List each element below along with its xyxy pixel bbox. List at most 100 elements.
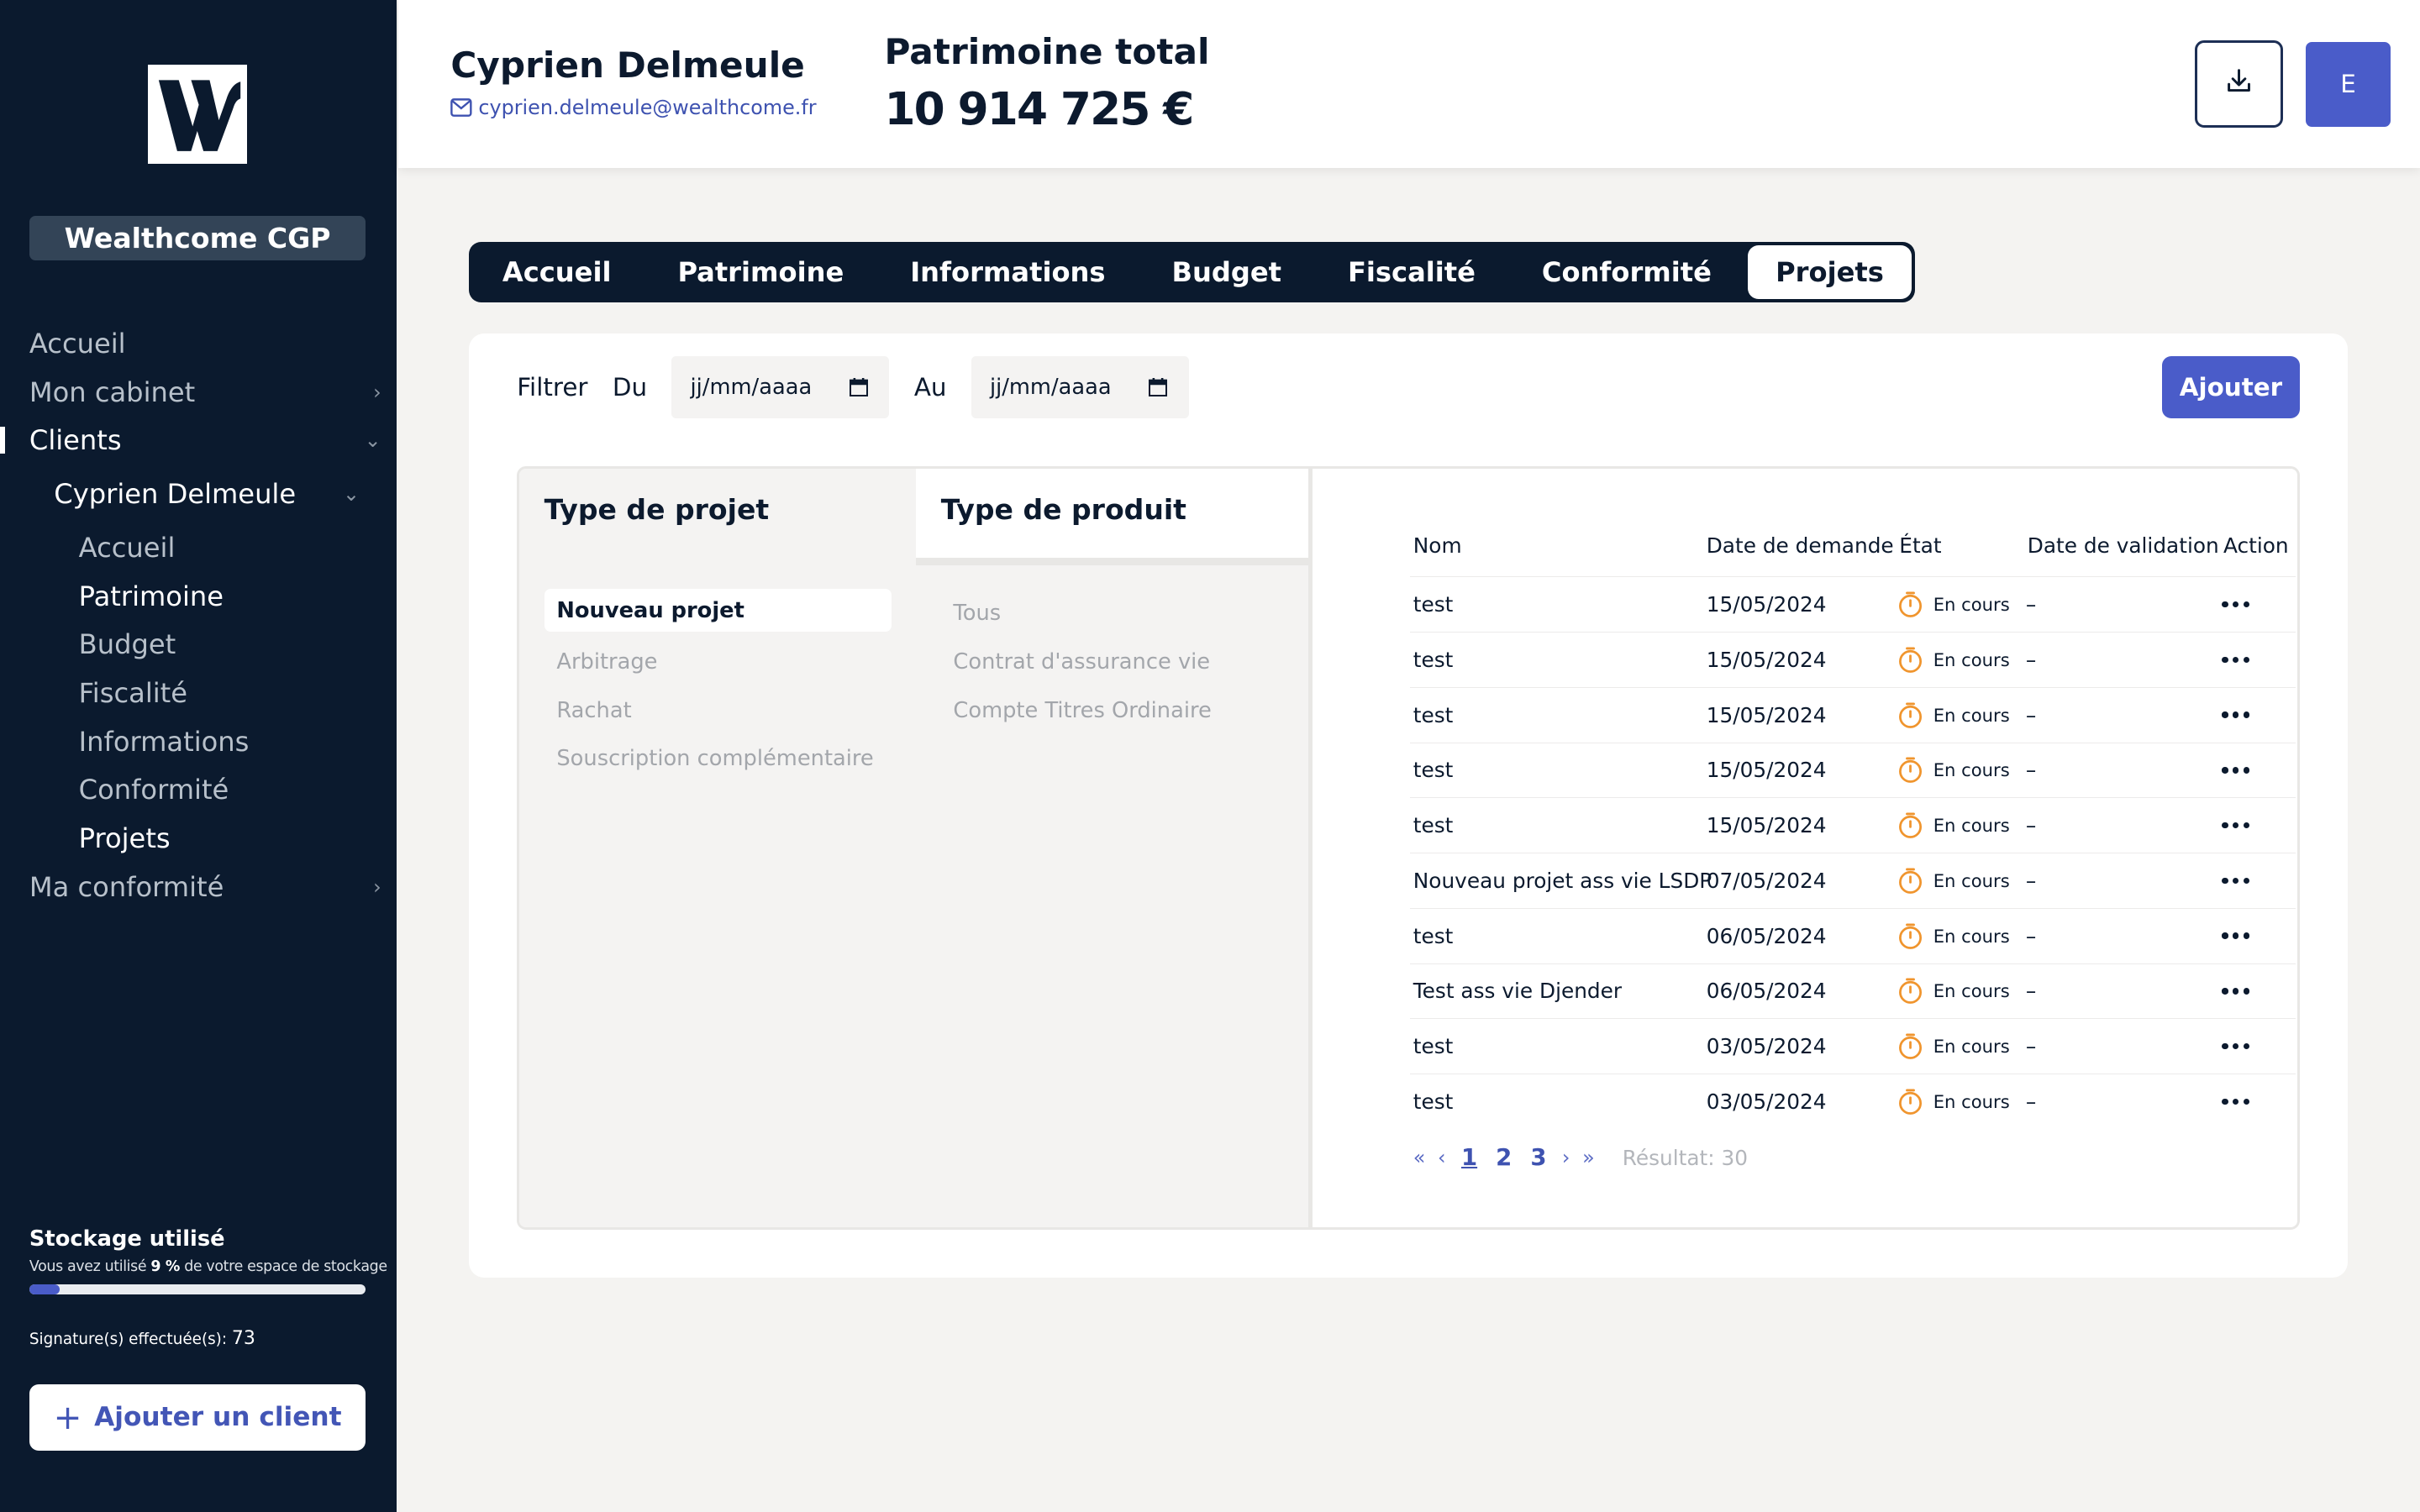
tab-patrimoine[interactable]: Patrimoine bbox=[644, 245, 877, 299]
table-row[interactable]: test 06/05/2024 En cours – bbox=[1410, 907, 2296, 963]
to-date-value: jj/mm/aaaa bbox=[989, 375, 1112, 401]
sidebar-item-mon-cabinet[interactable]: Mon cabinet › bbox=[0, 368, 397, 417]
sidebar-subitem-conformite[interactable]: Conformité bbox=[0, 765, 397, 814]
product-type-option[interactable]: Tous bbox=[916, 589, 1308, 638]
projects-card: Filtrer Du jj/mm/aaaa Au jj/mm/aaaa Ajou… bbox=[469, 333, 2348, 1278]
table-row[interactable]: test 15/05/2024 En cours – bbox=[1410, 686, 2296, 743]
more-actions-icon[interactable] bbox=[2218, 988, 2296, 995]
more-actions-icon[interactable] bbox=[2218, 767, 2296, 774]
more-actions-icon[interactable] bbox=[2218, 822, 2296, 829]
table-row[interactable]: test 03/05/2024 En cours – bbox=[1410, 1018, 2296, 1074]
cell-nom: test bbox=[1413, 1034, 1454, 1059]
tab-fiscalite[interactable]: Fiscalité bbox=[1314, 245, 1508, 299]
cell-date: 15/05/2024 bbox=[1706, 647, 1827, 672]
more-actions-icon[interactable] bbox=[2218, 656, 2296, 664]
sidebar-subitem-fiscalite[interactable]: Fiscalité bbox=[0, 669, 397, 717]
more-actions-icon[interactable] bbox=[2218, 877, 2296, 885]
table-row[interactable]: test 03/05/2024 En cours – bbox=[1410, 1074, 2296, 1129]
sidebar-subitem-budget[interactable]: Budget bbox=[0, 620, 397, 669]
status-text: En cours bbox=[1933, 815, 2010, 837]
status-badge: En cours bbox=[1897, 867, 2026, 895]
status-badge: En cours bbox=[1897, 701, 2026, 729]
sidebar-subitem-patrimoine[interactable]: Patrimoine bbox=[0, 572, 397, 621]
sidebar-subitem-projets[interactable]: Projets bbox=[0, 814, 397, 863]
sidebar-item-clients[interactable]: Clients ⌄ bbox=[0, 417, 397, 465]
next-page-icon[interactable]: › bbox=[1562, 1146, 1570, 1169]
cell-validation: – bbox=[2025, 979, 2037, 1004]
product-type-option[interactable]: Compte Titres Ordinaire bbox=[916, 686, 1308, 735]
project-type-option[interactable]: Rachat bbox=[544, 686, 892, 735]
tab-accueil[interactable]: Accueil bbox=[469, 245, 644, 299]
status-badge: En cours bbox=[1897, 646, 2026, 674]
table-row[interactable]: Nouveau projet ass vie LSDP 07/05/2024 En … bbox=[1410, 853, 2296, 908]
sidebar-item-label: Ma conformité bbox=[29, 870, 224, 903]
storage-suffix: de votre espace de stockage bbox=[184, 1257, 387, 1275]
column-header-etat[interactable]: État bbox=[1899, 533, 2027, 558]
page-1-link[interactable]: 1 bbox=[1458, 1144, 1481, 1171]
cell-nom: test bbox=[1413, 923, 1454, 948]
first-page-icon[interactable]: « bbox=[1413, 1146, 1426, 1169]
cell-nom: test bbox=[1413, 1089, 1454, 1114]
client-email[interactable]: cyprien.delmeule@wealthcome.fr bbox=[450, 96, 817, 119]
sidebar-item-label: Budget bbox=[78, 628, 176, 661]
download-icon bbox=[2225, 67, 2253, 101]
from-date-input[interactable]: jj/mm/aaaa bbox=[671, 356, 890, 418]
sidebar-subitem-informations[interactable]: Informations bbox=[0, 717, 397, 766]
product-type-title: Type de produit bbox=[940, 493, 1186, 527]
timer-icon bbox=[1897, 591, 1924, 618]
add-project-button[interactable]: Ajouter bbox=[2162, 356, 2300, 418]
cell-date: 06/05/2024 bbox=[1706, 979, 1827, 1004]
plus-icon: + bbox=[53, 1396, 82, 1437]
tab-informations[interactable]: Informations bbox=[877, 245, 1139, 299]
cell-nom: test bbox=[1413, 702, 1454, 727]
more-actions-icon[interactable] bbox=[2218, 932, 2296, 939]
table-row[interactable]: Test ass vie Djender 06/05/2024 En cours – bbox=[1410, 963, 2296, 1019]
calendar-icon[interactable] bbox=[849, 378, 868, 397]
table-row[interactable]: test 15/05/2024 En cours – bbox=[1410, 576, 2296, 632]
table-row[interactable]: test 15/05/2024 En cours – bbox=[1410, 632, 2296, 687]
cell-date: 07/05/2024 bbox=[1706, 868, 1827, 893]
sidebar: Wealthcome CGP Accueil Mon cabinet › Cli… bbox=[0, 0, 397, 1512]
project-type-column: Type de projet Nouveau projet Arbitrage … bbox=[519, 468, 917, 1227]
pagination: « ‹ 1 2 3 › » Résultat: 30 bbox=[1413, 1144, 1748, 1171]
cell-nom: test bbox=[1413, 813, 1454, 838]
calendar-icon[interactable] bbox=[1149, 378, 1168, 397]
last-page-icon[interactable]: » bbox=[1582, 1146, 1595, 1169]
sidebar-item-client-cyprien[interactable]: Cyprien Delmeule ⌄ bbox=[0, 465, 397, 523]
tab-conformite[interactable]: Conformité bbox=[1508, 245, 1744, 299]
cell-nom: test bbox=[1413, 592, 1454, 617]
page-2-link[interactable]: 2 bbox=[1492, 1144, 1515, 1171]
wealthcome-logo-icon[interactable] bbox=[148, 65, 247, 164]
project-type-option[interactable]: Arbitrage bbox=[544, 638, 892, 686]
to-date-input[interactable]: jj/mm/aaaa bbox=[971, 356, 1189, 418]
column-header-nom[interactable]: Nom bbox=[1413, 533, 1707, 558]
storage-percent: 9 % bbox=[150, 1257, 180, 1275]
sidebar-subitem-accueil[interactable]: Accueil bbox=[0, 523, 397, 572]
sidebar-item-ma-conformite[interactable]: Ma conformité › bbox=[0, 863, 397, 911]
storage-progress-bar bbox=[29, 1284, 366, 1295]
prev-page-icon[interactable]: ‹ bbox=[1438, 1146, 1446, 1169]
tab-projets[interactable]: Projets bbox=[1748, 245, 1912, 300]
signatures-value: 73 bbox=[231, 1328, 255, 1350]
project-type-option[interactable]: Souscription complémentaire bbox=[544, 734, 892, 783]
add-client-button[interactable]: + Ajouter un client bbox=[29, 1383, 366, 1451]
page-3-link[interactable]: 3 bbox=[1528, 1144, 1550, 1171]
cell-date: 03/05/2024 bbox=[1706, 1034, 1827, 1059]
table-row[interactable]: test 15/05/2024 En cours – bbox=[1410, 742, 2296, 798]
cell-nom: test bbox=[1413, 758, 1454, 783]
table-body: test 15/05/2024 En cours – test 15/05/2024 En … bbox=[1410, 576, 2296, 1129]
product-type-option[interactable]: Contrat d'assurance vie bbox=[916, 638, 1308, 686]
download-button[interactable] bbox=[2194, 39, 2283, 129]
more-actions-icon[interactable] bbox=[2218, 1042, 2296, 1050]
total-wealth-label: Patrimoine total bbox=[884, 30, 1210, 72]
column-header-date[interactable]: Date de demande bbox=[1707, 533, 1900, 558]
column-header-validation[interactable]: Date de validation bbox=[2028, 533, 2223, 558]
sidebar-item-accueil[interactable]: Accueil bbox=[0, 319, 397, 368]
user-avatar[interactable]: E bbox=[2306, 41, 2391, 127]
table-row[interactable]: test 15/05/2024 En cours – bbox=[1410, 797, 2296, 853]
more-actions-icon[interactable] bbox=[2218, 1098, 2296, 1105]
more-actions-icon[interactable] bbox=[2218, 601, 2296, 608]
tab-budget[interactable]: Budget bbox=[1139, 245, 1314, 299]
more-actions-icon[interactable] bbox=[2218, 711, 2296, 718]
project-type-option[interactable]: Nouveau projet bbox=[544, 588, 892, 633]
